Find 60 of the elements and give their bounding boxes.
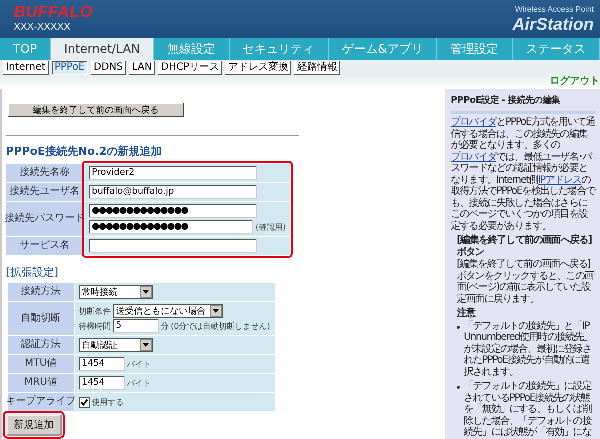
brand-logo: BUFFALO xyxy=(14,4,94,22)
password-field[interactable]: ●●●●●●●●●●●●●● xyxy=(89,204,257,218)
number-field[interactable]: 1454 xyxy=(79,357,125,371)
nav-tab[interactable]: Internet/LAN xyxy=(51,38,154,60)
help-link[interactable]: プロバイダ xyxy=(451,152,497,162)
unit-label: 分 xyxy=(161,320,169,332)
section-heading: [拡張設定] xyxy=(6,265,59,280)
back-button[interactable]: 編集を終了して前の画面へ戻る xyxy=(8,103,184,117)
field-label: 接続方法 xyxy=(8,283,74,301)
condition-label: 切断条件 xyxy=(79,306,111,316)
product-logo: AirStation xyxy=(512,14,594,34)
number-field[interactable]: 1454 xyxy=(79,376,125,390)
wait-note: (0分では自動切断しません) xyxy=(171,320,270,332)
help-heading: [編集を終了して前の画面へ戻る]ボタン xyxy=(457,235,593,258)
checkbox[interactable] xyxy=(79,396,90,408)
add-button[interactable]: 新規追加 xyxy=(6,414,62,436)
text-field[interactable]: buffalo@buffalo.jp xyxy=(89,185,257,199)
checkbox-label: 使用する xyxy=(92,396,124,408)
help-paragraph: [編集を終了して前の画面へ戻る]ボタンをクリックすると、この画面(ページ)の前に表示していた設定画面に戻ります。 xyxy=(457,259,596,305)
text-field[interactable]: Provider2 xyxy=(89,166,257,180)
help-heading: 注意 xyxy=(457,308,477,320)
sub-tab[interactable]: PPPoE xyxy=(52,61,88,75)
field-label: 接続先名称 xyxy=(6,164,84,182)
field-label: 自動切断 xyxy=(8,302,74,335)
field-label: 認証方法 xyxy=(8,336,74,354)
wait-label: 待機時間 xyxy=(79,320,111,332)
model-name: XXX-XXXXX xyxy=(14,22,72,34)
field-label: MRU値 xyxy=(8,374,74,392)
sub-tab[interactable]: アドレス変換 xyxy=(225,61,292,75)
sub-tab[interactable]: DHCPリース xyxy=(158,61,222,75)
sub-tab[interactable]: DDNS xyxy=(90,61,126,75)
confirm-note: (確認用) xyxy=(256,222,286,232)
bullet-icon xyxy=(457,386,460,389)
password-confirm-field[interactable]: ●●●●●●●●●●●●●● xyxy=(89,220,253,234)
help-link[interactable]: IPアドレス xyxy=(538,174,582,186)
caret-icon xyxy=(140,286,152,298)
sub-tab[interactable]: Internet xyxy=(3,61,49,75)
dropdown[interactable]: 自動認証 xyxy=(79,338,153,352)
caret-icon xyxy=(210,305,222,317)
help-paragraph: プロバイダとPPPoE方式を用いて通信する場合は、この接続先の編集が必要となります。多くの プロバイダでは、最低ユーザ名･パスワードなどの認証情報が必要となります。Internet側IPアドレスの取得方法でPPPoEを検出した場合でも、接続に失敗した場合はさらにこのページでいくつかの項目を設定する必要があります。 xyxy=(451,117,596,232)
text-field[interactable] xyxy=(89,239,257,253)
field-label: 接続先ユーザ名 xyxy=(6,183,84,201)
wait-time-field[interactable]: 5 xyxy=(113,319,159,333)
field-label: サービス名 xyxy=(6,237,84,255)
product-line: Wireless Access Point xyxy=(515,4,594,14)
help-title: PPPoE設定 - 接続先の編集 xyxy=(451,94,562,107)
dropdown[interactable]: 常時接続 xyxy=(79,285,153,299)
note-text: 「デフォルトの接続先」と「IP Unnumbered使用時の接続先」が未設定の場合、最初に登録されたPPPoE接続先が自動的に選択されます。 xyxy=(464,320,594,378)
field-label: MTU値 xyxy=(8,355,74,373)
sub-tab[interactable]: LAN xyxy=(129,61,156,75)
unit-label: バイト xyxy=(127,378,151,388)
dropdown[interactable]: 送受信ともにない場合 xyxy=(113,304,223,318)
sub-tab[interactable]: 経路情報 xyxy=(294,61,340,75)
form-title: PPPoE接続先No.2の新規追加 xyxy=(6,144,162,159)
unit-label: バイト xyxy=(127,358,151,370)
caret-icon xyxy=(140,339,152,351)
note-text: 「デフォルトの接続先」に設定されているPPPoE接続先の状態を「無効」にする、もしくは削除した場合、「デフォルトの接続先」には状態が「有効」にな xyxy=(464,381,593,438)
bullet-icon xyxy=(457,326,460,328)
help-link[interactable]: プロバイダ xyxy=(451,117,497,128)
logout-link[interactable]: ログアウト xyxy=(550,76,600,88)
